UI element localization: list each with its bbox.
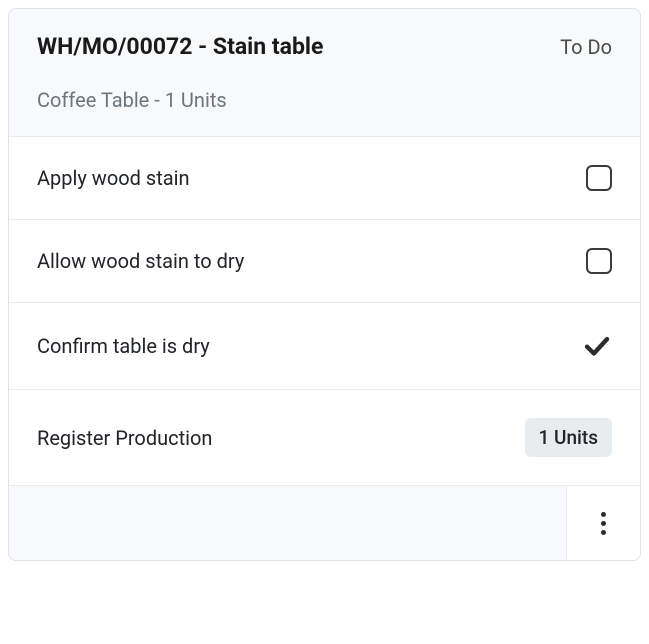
card-header: WH/MO/00072 - Stain table To Do Coffee T… bbox=[9, 9, 640, 137]
product-subtitle: Coffee Table - 1 Units bbox=[37, 88, 612, 112]
step-item[interactable]: Confirm table is dry bbox=[9, 303, 640, 390]
step-item[interactable]: Allow wood stain to dry bbox=[9, 220, 640, 303]
checkbox-unchecked-icon[interactable] bbox=[586, 248, 612, 274]
step-item[interactable]: Apply wood stain bbox=[9, 137, 640, 220]
more-options-button[interactable] bbox=[566, 486, 640, 560]
step-label: Apply wood stain bbox=[37, 166, 190, 190]
checkbox-unchecked-icon[interactable] bbox=[586, 165, 612, 191]
header-top-row: WH/MO/00072 - Stain table To Do bbox=[37, 33, 612, 60]
step-label: Confirm table is dry bbox=[37, 334, 210, 358]
work-order-card: WH/MO/00072 - Stain table To Do Coffee T… bbox=[8, 8, 641, 561]
units-badge[interactable]: 1 Units bbox=[525, 418, 612, 457]
checkmark-icon bbox=[582, 331, 612, 361]
register-label: Register Production bbox=[37, 426, 212, 450]
register-production-row[interactable]: Register Production 1 Units bbox=[9, 390, 640, 486]
step-label: Allow wood stain to dry bbox=[37, 249, 244, 273]
work-order-title: WH/MO/00072 - Stain table bbox=[37, 33, 323, 60]
card-footer bbox=[9, 486, 640, 560]
status-label: To Do bbox=[560, 35, 612, 59]
kebab-menu-icon bbox=[601, 512, 606, 535]
